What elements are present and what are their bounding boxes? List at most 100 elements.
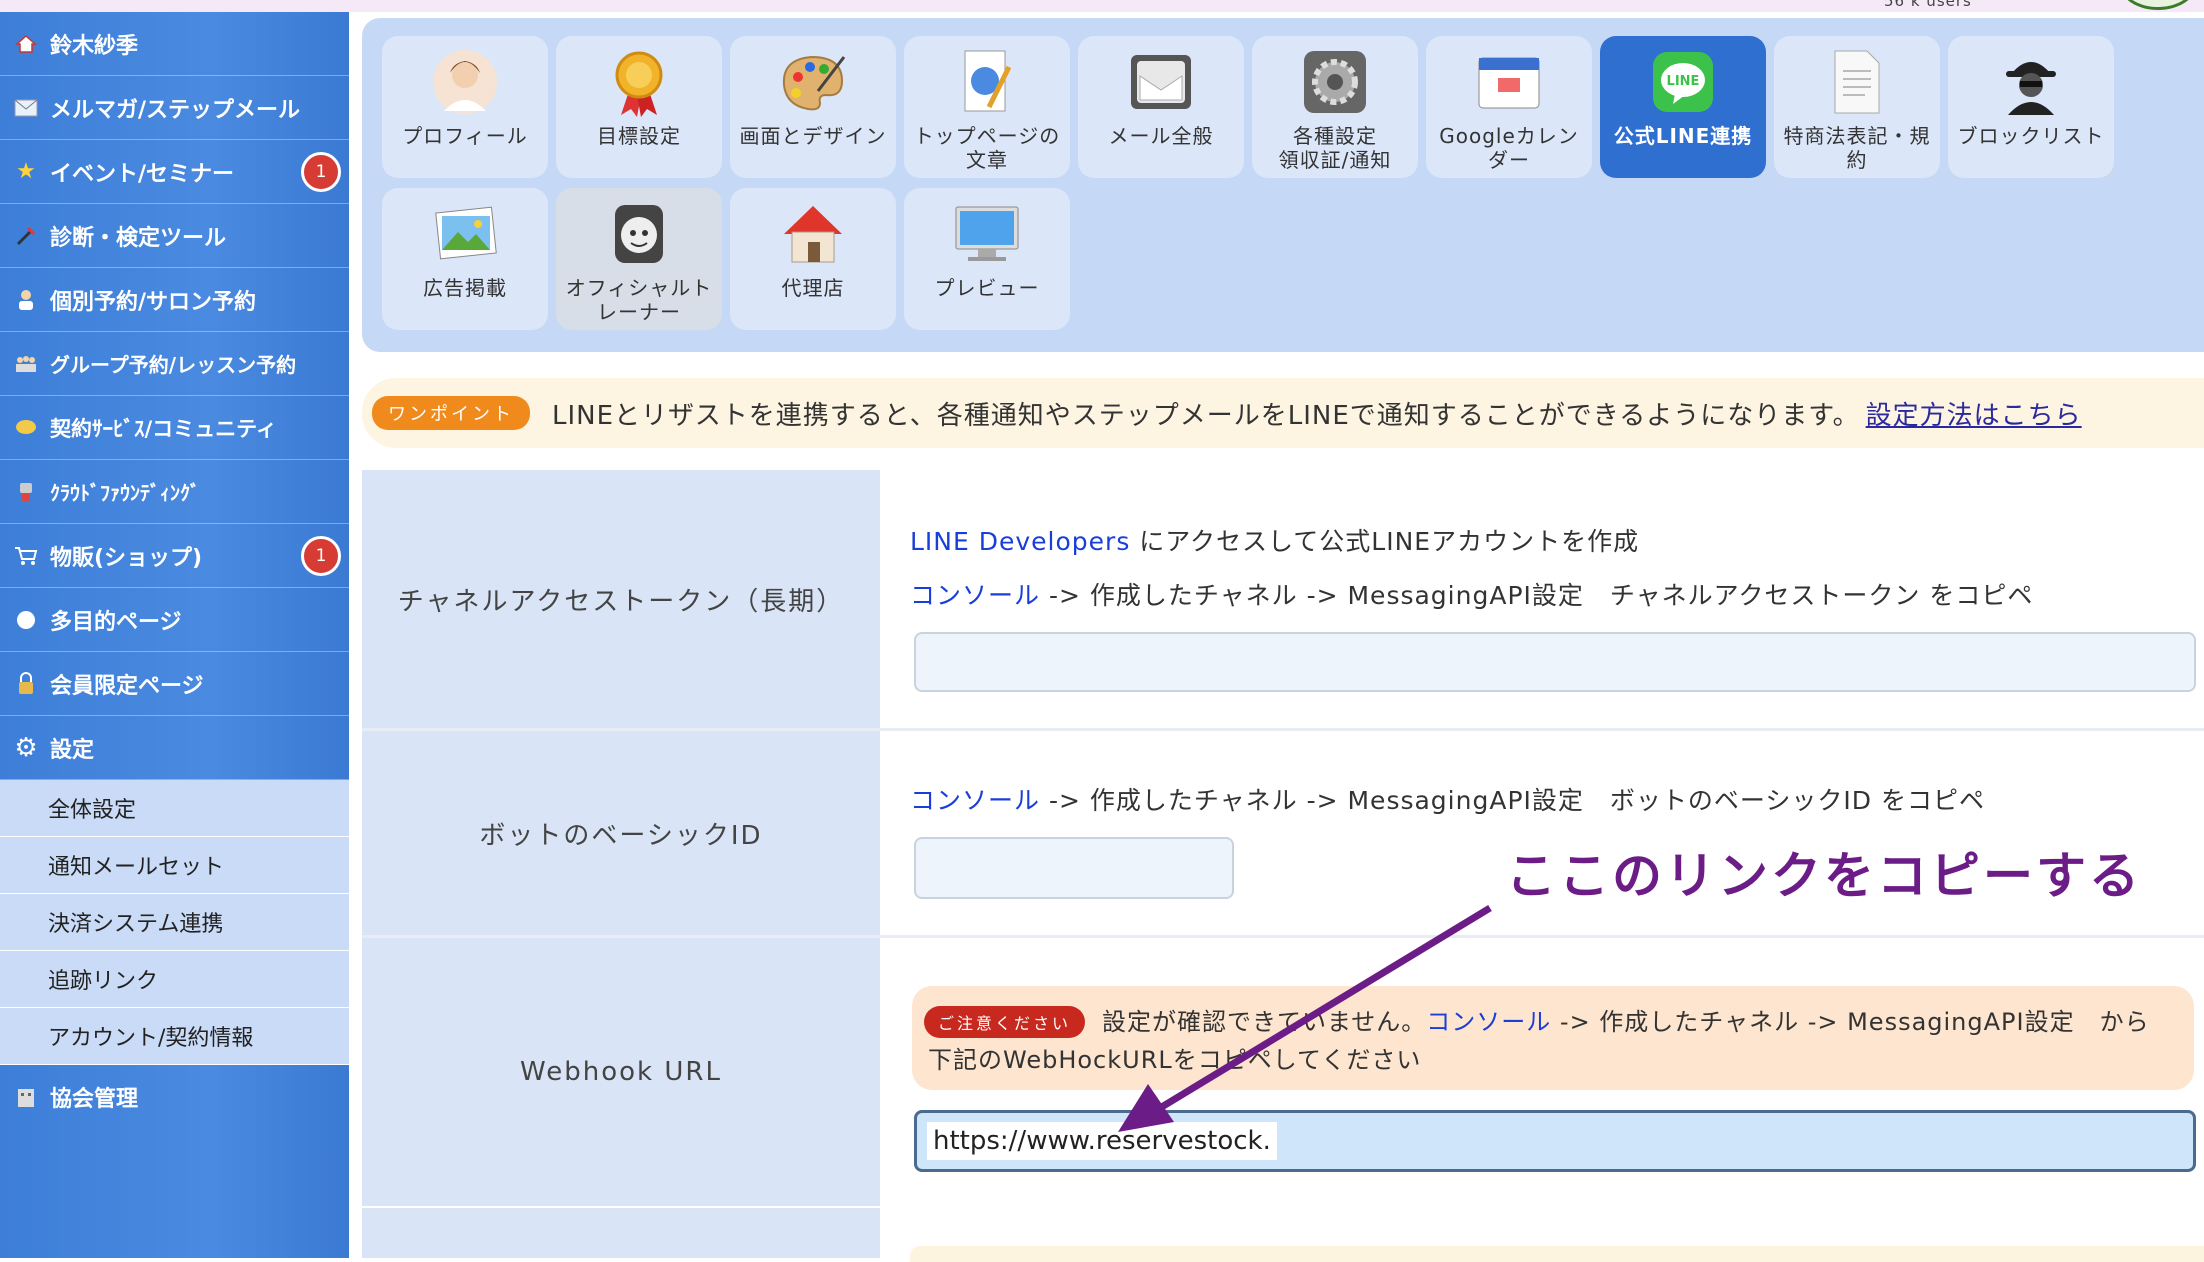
tile-advertising[interactable]: 広告掲載 xyxy=(382,188,548,330)
building-icon xyxy=(12,1083,40,1111)
botid-instruction: コンソール -> 作成したチャネル -> MessagingAPI設定 ボットの… xyxy=(910,781,1985,817)
sidebar-item-mailmag[interactable]: メルマガ/ステップメール xyxy=(0,76,349,140)
tile-label: 広告掲載 xyxy=(423,276,507,300)
tile-mail-general[interactable]: メール全般 xyxy=(1078,36,1244,178)
document-pen-icon xyxy=(951,46,1023,118)
profile-photo-icon xyxy=(429,46,501,118)
setup-guide-link[interactable]: 設定方法はこちら xyxy=(1866,395,2082,432)
tile-label: プレビュー xyxy=(934,276,1040,300)
instruction-text: にアクセスして公式LINEアカウントを作成 xyxy=(1130,527,1640,556)
tile-label: プロフィール xyxy=(402,124,528,148)
sidebar-item-home[interactable]: 鈴木紗季 xyxy=(0,12,349,76)
tile-various-settings[interactable]: 各種設定 領収証/通知 xyxy=(1252,36,1418,178)
tile-label: Googleカレン ダー xyxy=(1439,124,1579,172)
top-strip xyxy=(0,0,2204,12)
svg-text:LINE: LINE xyxy=(1667,74,1700,89)
webhook-url-content: ご注意ください 設定が確認できていません。コンソール -> 作成したチャネル -… xyxy=(880,938,2204,1206)
sidebar-subitem-notify-mail[interactable]: 通知メールセット xyxy=(0,837,349,894)
tile-line-integration[interactable]: LINE 公式LINE連携 xyxy=(1600,36,1766,178)
webhook-url-label: Webhook URL xyxy=(362,938,880,1206)
sidebar-item-event[interactable]: ★ イベント/セミナー 1 xyxy=(0,140,349,204)
monitor-icon xyxy=(951,198,1023,270)
tile-label: オフィシャルト レーナー xyxy=(565,276,713,324)
warning-line-1: 設定が確認できていません。コンソール -> 作成したチャネル -> Messag… xyxy=(1102,1002,2150,1037)
tile-goal[interactable]: 目標設定 xyxy=(556,36,722,178)
tile-label: 特商法表記・規約 xyxy=(1783,124,1931,172)
onepoint-badge: ワンポイント xyxy=(372,396,530,430)
tile-label: 画面とデザイン xyxy=(739,124,887,148)
tile-toppage-text[interactable]: トップページの 文章 xyxy=(904,36,1070,178)
tile-agency[interactable]: 代理店 xyxy=(730,188,896,330)
sidebar-item-members[interactable]: 会員限定ページ xyxy=(0,652,349,716)
webhook-url-input[interactable]: https://www.reservestock. xyxy=(914,1110,2196,1172)
line-icon: LINE xyxy=(1647,46,1719,118)
sidebar-subitem-payment[interactable]: 決済システム連携 xyxy=(0,894,349,951)
console-link[interactable]: コンソール xyxy=(910,786,1040,815)
sidebar-item-settings[interactable]: ⚙ 設定 xyxy=(0,716,349,780)
warning-line-2: 下記のWebHockURLをコピペしてください xyxy=(928,1046,1422,1074)
sidebar-item-label: グループ予約/レッスン予約 xyxy=(50,353,297,377)
onepoint-banner: ワンポイント LINEとリザストを連携すると、各種通知やステップメールをLINE… xyxy=(362,378,2204,448)
tile-profile[interactable]: プロフィール xyxy=(382,36,548,178)
webhook-warning: ご注意ください 設定が確認できていません。コンソール -> 作成したチャネル -… xyxy=(912,986,2194,1090)
sidebar-item-crowdfunding[interactable]: ｸﾗｳﾄﾞﾌｧｳﾝﾃﾞｨﾝｸﾞ xyxy=(0,460,349,524)
medal-icon xyxy=(603,46,675,118)
gear-icon: ⚙ xyxy=(14,732,38,763)
paper-icon xyxy=(1821,46,1893,118)
sidebar-subitem-tracking[interactable]: 追跡リンク xyxy=(0,951,349,1008)
robot-icon xyxy=(12,478,40,506)
sidebar-item-label: ｸﾗｳﾄﾞﾌｧｳﾝﾃﾞｨﾝｸﾞ xyxy=(50,481,200,505)
bulb-icon xyxy=(12,414,40,442)
sidebar-item-label: 鈴木紗季 xyxy=(50,33,139,59)
channel-token-input[interactable] xyxy=(914,632,2196,692)
circle-icon xyxy=(12,606,40,634)
sidebar-item-label: 設定 xyxy=(50,737,95,763)
star-icon: ★ xyxy=(16,159,36,184)
spy-icon xyxy=(1995,46,2067,118)
sidebar-item-label: 会員限定ページ xyxy=(50,673,204,699)
sidebar-item-label: 物販(ショップ) xyxy=(50,545,203,571)
sidebar-item-label: イベント/セミナー xyxy=(50,161,235,187)
sidebar: 鈴木紗季 メルマガ/ステップメール ★ イベント/セミナー 1 診断・検定ツール… xyxy=(0,12,349,1258)
tile-label: 公式LINE連携 xyxy=(1613,124,1753,148)
gear-icon xyxy=(1299,46,1371,118)
sidebar-item-diagnosis[interactable]: 診断・検定ツール xyxy=(0,204,349,268)
tile-legal-notation[interactable]: 特商法表記・規約 xyxy=(1774,36,1940,178)
caution-badge: ご注意ください xyxy=(924,1006,1086,1038)
warning-text: -> 作成したチャネル -> MessagingAPI設定 から xyxy=(1551,1008,2150,1036)
console-link[interactable]: コンソール xyxy=(910,581,1040,610)
sidebar-item-label: メルマガ/ステップメール xyxy=(50,97,301,123)
sidebar-item-label: 契約ｻｰﾋﾞｽ/コミュニティ xyxy=(50,416,277,441)
notification-badge: 1 xyxy=(301,152,341,192)
sidebar-item-group[interactable]: グループ予約/レッスン予約 xyxy=(0,332,349,396)
cart-icon xyxy=(12,542,40,570)
token-instruction-2: コンソール -> 作成したチャネル -> MessagingAPI設定 チャネル… xyxy=(910,576,2033,612)
sidebar-subitem-general[interactable]: 全体設定 xyxy=(0,780,349,837)
annotation-text: ここのリンクをコピーする xyxy=(1506,847,2142,905)
webhook-url-row: Webhook URL ご注意ください 設定が確認できていません。コンソール -… xyxy=(362,938,2204,1206)
tile-blocklist[interactable]: ブロックリスト xyxy=(1948,36,2114,178)
channel-token-label: チャネルアクセストークン（長期） xyxy=(362,470,880,728)
next-row-label xyxy=(362,1208,880,1258)
sidebar-item-label: 協会管理 xyxy=(50,1087,139,1112)
sidebar-subitem-account[interactable]: アカウント/契約情報 xyxy=(0,1008,349,1065)
notification-badge: 1 xyxy=(301,536,341,576)
console-link[interactable]: コンソール xyxy=(1426,1008,1551,1036)
person-icon xyxy=(12,286,40,314)
home-icon xyxy=(12,30,40,58)
bot-basic-id-input[interactable] xyxy=(914,837,1234,899)
group-icon xyxy=(12,350,40,378)
sidebar-item-contract[interactable]: 契約ｻｰﾋﾞｽ/コミュニティ xyxy=(0,396,349,460)
sidebar-item-individual[interactable]: 個別予約/サロン予約 xyxy=(0,268,349,332)
tile-google-calendar[interactable]: Googleカレン ダー xyxy=(1426,36,1592,178)
tile-official-trainer[interactable]: オフィシャルト レーナー xyxy=(556,188,722,330)
line-developers-link[interactable]: LINE Developers xyxy=(910,527,1130,556)
tile-preview[interactable]: プレビュー xyxy=(904,188,1070,330)
sidebar-item-shop[interactable]: 物販(ショップ) 1 xyxy=(0,524,349,588)
sidebar-item-label: 個別予約/サロン予約 xyxy=(50,289,257,315)
calendar-icon xyxy=(1473,46,1545,118)
sidebar-item-association[interactable]: 協会管理 xyxy=(0,1065,349,1129)
tile-design[interactable]: 画面とデザイン xyxy=(730,36,896,178)
sidebar-item-multipurpose[interactable]: 多目的ページ xyxy=(0,588,349,652)
webhook-url-value: https://www.reservestock. xyxy=(927,1122,1277,1160)
